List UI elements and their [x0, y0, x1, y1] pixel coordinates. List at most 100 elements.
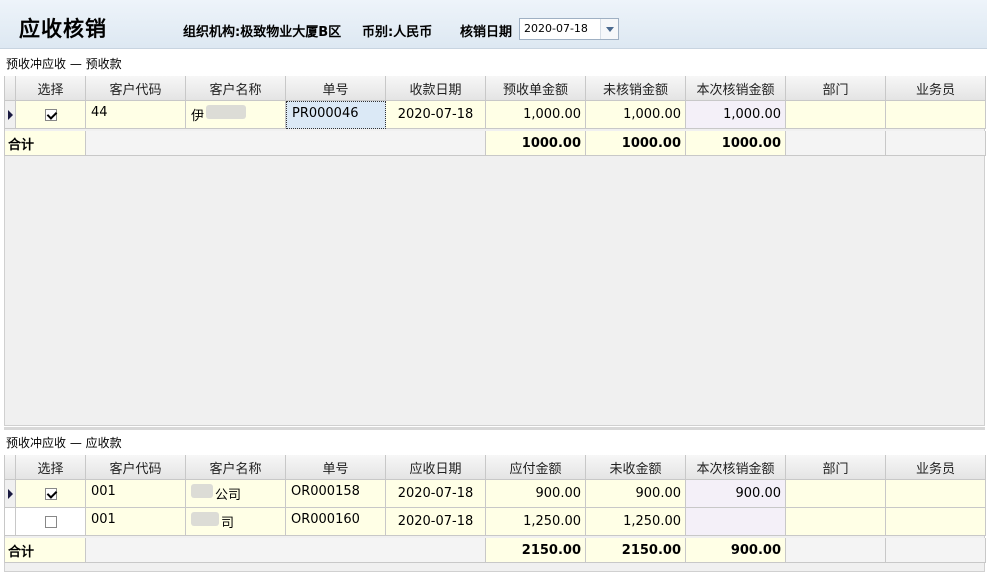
redacted-text [191, 484, 213, 498]
col-customer-name[interactable]: 客户名称 [186, 455, 286, 480]
receivable-grid: 选择 客户代码 客户名称 单号 应收日期 应付金额 未收金额 本次核销金额 部门… [4, 455, 986, 563]
col-doc-no[interactable]: 单号 [286, 76, 386, 101]
unverified-cell[interactable]: 1,250.00 [586, 508, 686, 536]
col-amount[interactable]: 预收单金额 [486, 76, 586, 101]
staff-cell[interactable] [886, 508, 986, 536]
col-staff[interactable]: 业务员 [886, 76, 986, 101]
staff-cell[interactable] [886, 101, 986, 129]
col-doc-no[interactable]: 单号 [286, 455, 386, 480]
splitter[interactable] [4, 427, 985, 430]
total-staff [886, 131, 986, 156]
col-date[interactable]: 应收日期 [386, 455, 486, 480]
customer-name-text: 公司 [215, 488, 242, 503]
total-dept [786, 131, 886, 156]
date-value: 2020-07-18 [524, 22, 588, 35]
date-cell[interactable]: 2020-07-18 [386, 101, 486, 129]
row-indicator-header [5, 455, 16, 480]
customer-code[interactable]: 44 [86, 101, 186, 129]
total-amount: 1000.00 [486, 131, 586, 156]
total-spacer [86, 538, 486, 563]
date-cell[interactable]: 2020-07-18 [386, 508, 486, 536]
row-indicator [5, 101, 16, 129]
row-checkbox[interactable] [44, 515, 57, 528]
chevron-down-icon[interactable] [600, 19, 618, 39]
grid-header: 选择 客户代码 客户名称 单号 收款日期 预收单金额 未核销金额 本次核销金额 … [5, 76, 986, 101]
total-dept [786, 538, 886, 563]
total-label: 合计 [5, 538, 86, 563]
table-row[interactable]: 44 伊 PR000046 2020-07-18 1,000.00 1,000.… [5, 101, 986, 129]
currency-label: 币别: [362, 25, 394, 40]
row-checkbox[interactable] [44, 487, 57, 500]
row-indicator [5, 508, 16, 536]
this-verify-cell[interactable]: 900.00 [686, 480, 786, 508]
col-select[interactable]: 选择 [16, 76, 86, 101]
unverified-cell[interactable]: 900.00 [586, 480, 686, 508]
row-indicator-header [5, 76, 16, 101]
customer-name-text: 伊 [191, 109, 205, 124]
customer-code[interactable]: 001 [86, 508, 186, 536]
col-customer-code[interactable]: 客户代码 [86, 76, 186, 101]
this-verify-cell[interactable] [686, 508, 786, 536]
col-staff[interactable]: 业务员 [886, 455, 986, 480]
current-row-icon [7, 488, 13, 499]
row-checkbox[interactable] [44, 108, 57, 121]
section-label-receivables: 预收冲应收 — 应收款 [6, 436, 122, 450]
staff-cell[interactable] [886, 480, 986, 508]
col-unverified[interactable]: 未核销金额 [586, 76, 686, 101]
customer-name[interactable]: 公司 [186, 480, 286, 508]
doc-no[interactable]: OR000160 [286, 508, 386, 536]
dept-cell[interactable] [786, 508, 886, 536]
table-row[interactable]: 001 司 OR000160 2020-07-18 1,250.00 1,250… [5, 508, 986, 536]
col-date[interactable]: 收款日期 [386, 76, 486, 101]
customer-code[interactable]: 001 [86, 480, 186, 508]
page-title: 应收核销 [19, 17, 107, 41]
doc-no[interactable]: PR000046 [286, 101, 386, 129]
select-cell[interactable] [16, 101, 86, 129]
org-info: 组织机构:极致物业大厦B区 [183, 21, 341, 40]
amount-cell[interactable]: 1,250.00 [486, 508, 586, 536]
customer-name-text: 司 [221, 516, 235, 531]
total-unverified: 1000.00 [586, 131, 686, 156]
doc-no[interactable]: OR000158 [286, 480, 386, 508]
col-select[interactable]: 选择 [16, 455, 86, 480]
total-amount: 2150.00 [486, 538, 586, 563]
total-spacer [86, 131, 486, 156]
total-label: 合计 [5, 131, 86, 156]
total-row: 合计 1000.00 1000.00 1000.00 [5, 131, 986, 156]
currency-info: 币别:人民币 [362, 21, 432, 40]
unverified-cell[interactable]: 1,000.00 [586, 101, 686, 129]
total-this-verify: 1000.00 [686, 131, 786, 156]
verification-date-picker[interactable]: 2020-07-18 [519, 18, 619, 40]
amount-cell[interactable]: 1,000.00 [486, 101, 586, 129]
col-unverified[interactable]: 未收金额 [586, 455, 686, 480]
dept-cell[interactable] [786, 101, 886, 129]
col-customer-code[interactable]: 客户代码 [86, 455, 186, 480]
row-indicator [5, 480, 16, 508]
total-row: 合计 2150.00 2150.00 900.00 [5, 538, 986, 563]
header-bar: 应收核销 组织机构:极致物业大厦B区 币别:人民币 核销日期 2020-07-1… [0, 0, 987, 49]
date-cell[interactable]: 2020-07-18 [386, 480, 486, 508]
col-dept[interactable]: 部门 [786, 455, 886, 480]
total-unverified: 2150.00 [586, 538, 686, 563]
table-row[interactable]: 001 公司 OR000158 2020-07-18 900.00 900.00… [5, 480, 986, 508]
customer-name[interactable]: 伊 [186, 101, 286, 129]
org-value: 极致物业大厦B区 [240, 25, 342, 40]
grid-header: 选择 客户代码 客户名称 单号 应收日期 应付金额 未收金额 本次核销金额 部门… [5, 455, 986, 480]
amount-cell[interactable]: 900.00 [486, 480, 586, 508]
col-this-verify[interactable]: 本次核销金额 [686, 76, 786, 101]
redacted-text [206, 105, 247, 119]
section-label-prepayments: 预收冲应收 — 预收款 [6, 57, 122, 71]
select-cell[interactable] [16, 508, 86, 536]
col-amount[interactable]: 应付金额 [486, 455, 586, 480]
this-verify-cell[interactable]: 1,000.00 [686, 101, 786, 129]
select-cell[interactable] [16, 480, 86, 508]
col-this-verify[interactable]: 本次核销金额 [686, 455, 786, 480]
customer-name[interactable]: 司 [186, 508, 286, 536]
col-dept[interactable]: 部门 [786, 76, 886, 101]
currency-value: 人民币 [393, 25, 433, 40]
date-label: 核销日期 [460, 25, 513, 40]
org-label: 组织机构: [183, 25, 241, 40]
redacted-text [191, 512, 219, 526]
dept-cell[interactable] [786, 480, 886, 508]
col-customer-name[interactable]: 客户名称 [186, 76, 286, 101]
